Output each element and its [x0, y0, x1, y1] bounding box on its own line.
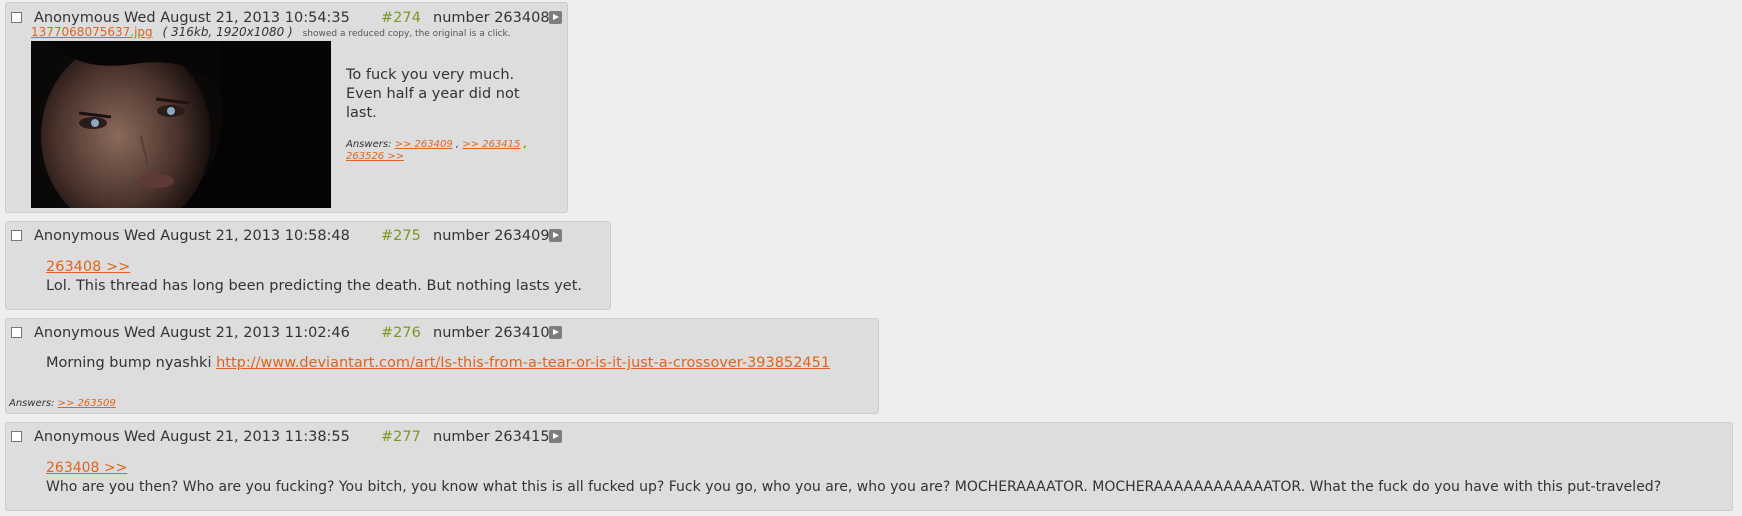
post-number[interactable]: number 263410 — [433, 324, 550, 342]
expand-play-icon[interactable] — [549, 430, 562, 443]
post-text: Morning bump nyashki — [46, 355, 212, 371]
post-number[interactable]: number 263409 — [433, 227, 550, 245]
post-number[interactable]: number 263415 — [433, 428, 550, 446]
file-link[interactable]: 1377068075637.jpg — [31, 25, 153, 39]
post-text-line: To fuck you very much. — [346, 67, 515, 83]
file-meta: ( 316kb, 1920x1080 ) — [162, 25, 293, 39]
post-body: Morning bump nyashki http://www.devianta… — [46, 354, 830, 373]
post-text: To fuck you very much. Even half a year … — [346, 66, 520, 123]
external-link[interactable]: http://www.deviantart.com/art/Is-this-fr… — [216, 355, 830, 371]
answer-link[interactable]: >> 263415 — [462, 139, 520, 150]
select-checkbox[interactable] — [11, 327, 22, 338]
post-date: Wed August 21, 2013 10:58:48 — [124, 228, 350, 244]
poster-name: Anonymous — [34, 429, 120, 445]
post-index[interactable]: #277 — [381, 428, 421, 446]
poster-name: Anonymous — [34, 228, 120, 244]
post-text-line: last. — [346, 105, 377, 121]
file-info: 1377068075637.jpg ( 316kb, 1920x1080 ) s… — [31, 25, 511, 39]
post-body: 263408 >> Lol. This thread has long been… — [46, 258, 582, 296]
select-checkbox[interactable] — [11, 431, 22, 442]
answers-list: Answers: >> 263509 — [9, 398, 116, 410]
post-263415: Anonymous Wed August 21, 2013 11:38:55 #… — [5, 422, 1733, 511]
post-date: Wed August 21, 2013 11:02:46 — [124, 325, 350, 341]
quote-link[interactable]: 263408 >> — [46, 259, 130, 275]
post-263409: Anonymous Wed August 21, 2013 10:58:48 #… — [5, 221, 611, 310]
answers-label: Answers: — [9, 398, 55, 409]
expand-play-icon[interactable] — [549, 11, 562, 24]
post-body: 263408 >> Who are you then? Who are you … — [46, 459, 1661, 497]
answer-link[interactable]: >> 263509 — [58, 398, 116, 409]
character-face-image — [31, 41, 331, 208]
answers-list: Answers: >> 263409 , >> 263415 , 263526 … — [346, 139, 527, 162]
answer-link[interactable]: 263526 >> — [346, 151, 404, 162]
post-text: Lol. This thread has long been predictin… — [46, 278, 583, 294]
post-date: Wed August 21, 2013 11:38:55 — [124, 429, 350, 445]
answer-link[interactable]: >> 263409 — [395, 139, 453, 150]
post-index[interactable]: #276 — [381, 324, 421, 342]
file-note: showed a reduced copy, the original is a… — [302, 29, 511, 39]
post-image-thumbnail[interactable] — [31, 41, 331, 208]
select-checkbox[interactable] — [11, 230, 22, 241]
answers-label: Answers: — [346, 139, 392, 150]
post-text-line: Even half a year did not — [346, 86, 520, 102]
post-text: Who are you then? Who are you fucking? Y… — [46, 479, 1662, 495]
quote-link[interactable]: 263408 >> — [46, 460, 127, 476]
select-checkbox[interactable] — [11, 12, 22, 23]
expand-play-icon[interactable] — [549, 326, 562, 339]
expand-play-icon[interactable] — [549, 229, 562, 242]
poster-name: Anonymous — [34, 325, 120, 341]
post-263410: Anonymous Wed August 21, 2013 11:02:46 #… — [5, 318, 879, 414]
post-263408: Anonymous Wed August 21, 2013 10:54:35 #… — [5, 2, 568, 213]
post-index[interactable]: #275 — [381, 227, 421, 245]
